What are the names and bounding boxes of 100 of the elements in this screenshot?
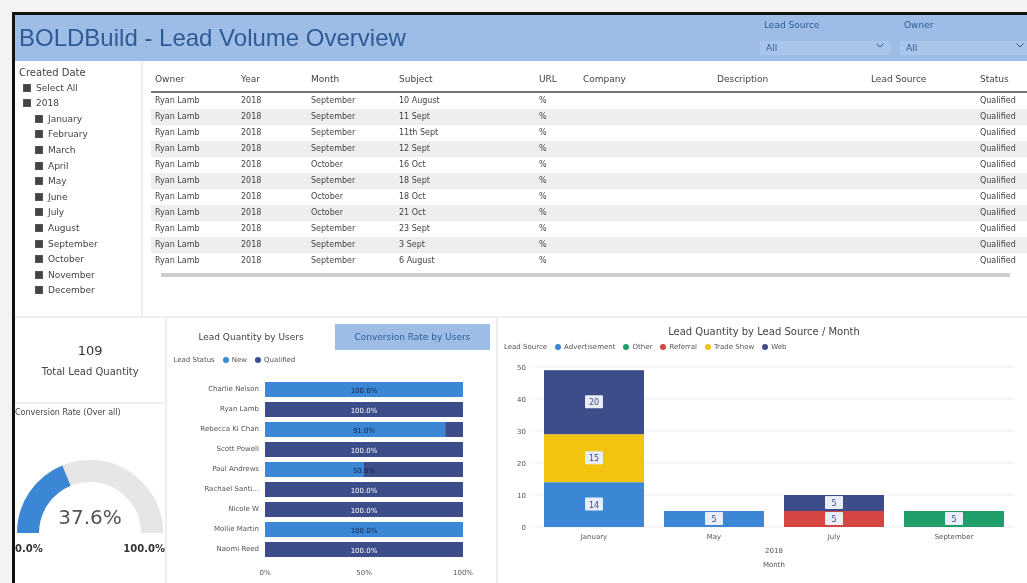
table-cell: % <box>539 208 547 218</box>
table-cell: Qualified <box>980 208 1016 218</box>
checkbox[interactable] <box>35 146 43 154</box>
table-cell: 2018 <box>241 240 262 250</box>
table-cell: October <box>311 208 343 218</box>
table-cell: 6 August <box>399 256 435 266</box>
slicer-item[interactable]: October <box>19 251 137 267</box>
tab[interactable]: Conversion Rate by Users <box>334 324 490 350</box>
slicer-item[interactable]: February <box>19 126 137 143</box>
label-box <box>945 512 963 525</box>
checkbox[interactable] <box>35 161 43 170</box>
table-cell: Ryan Lamb <box>155 256 200 266</box>
filter-label: Lead Source <box>763 20 821 31</box>
slicer-item[interactable]: September <box>19 235 137 252</box>
table-cell: 3 Sept <box>399 240 425 250</box>
table-cell: September <box>311 224 356 234</box>
table-cell: October <box>311 160 343 170</box>
data-label: 5 <box>951 515 957 524</box>
table-cell: Qualified <box>980 144 1016 154</box>
table-cell: September <box>311 112 356 122</box>
chart-title: Lead Quantity by Lead Source / Month <box>667 326 861 337</box>
data-label: 5 <box>711 515 717 524</box>
slicer-item[interactable]: August <box>19 220 137 236</box>
checkbox[interactable] <box>35 177 43 186</box>
checkbox[interactable] <box>35 270 43 279</box>
gauge-reading: 37.6% <box>57 505 123 529</box>
table-cell: 11 Sept <box>399 112 430 122</box>
slicer-item[interactable]: January <box>19 111 137 127</box>
slicer-item[interactable]: November <box>19 266 137 283</box>
table-cell: Qualified <box>980 128 1016 138</box>
data-label: 5 <box>831 515 837 524</box>
checkbox[interactable] <box>35 130 43 139</box>
table-cell: September <box>311 128 356 138</box>
checkbox[interactable] <box>23 99 31 108</box>
data-label: 15 <box>588 454 600 464</box>
slicer-item[interactable]: December <box>19 282 137 299</box>
table-cell: Ryan Lamb <box>155 176 200 186</box>
label-box <box>705 512 723 525</box>
slicer-item[interactable]: May <box>19 173 137 189</box>
table-cell: 2018 <box>241 176 262 186</box>
filter-dropdown[interactable]: All <box>760 41 890 56</box>
column-header[interactable]: Subject <box>395 73 535 84</box>
table-cell: % <box>539 192 547 202</box>
column-header[interactable]: URL <box>535 73 579 84</box>
column-header[interactable]: Lead Source <box>867 73 976 84</box>
column-header[interactable]: Status <box>976 73 1027 84</box>
table-cell: Qualified <box>980 240 1016 250</box>
slicer-item[interactable]: Select All <box>19 79 137 96</box>
table-cell: September <box>311 144 356 154</box>
table-cell: Qualified <box>980 112 1016 122</box>
table-cell: 2018 <box>241 160 262 170</box>
table-cell: Ryan Lamb <box>155 208 200 218</box>
filter-label: Owner <box>903 20 935 31</box>
table-cell: 2018 <box>241 192 262 202</box>
table-cell: October <box>311 192 343 202</box>
table-cell: % <box>539 240 547 250</box>
table-cell: % <box>539 256 547 266</box>
label-box <box>825 512 843 525</box>
table-cell: 2018 <box>241 256 262 266</box>
table-cell: September <box>311 176 356 186</box>
table-cell: % <box>539 160 547 170</box>
slicer-item[interactable]: March <box>19 142 137 158</box>
slicer-item[interactable]: April <box>19 157 137 174</box>
table-cell: 18 Oct <box>399 192 426 202</box>
checkbox[interactable] <box>35 192 43 201</box>
checkbox[interactable] <box>23 83 31 92</box>
column-header[interactable]: Month <box>307 73 395 84</box>
table-cell: Ryan Lamb <box>155 224 200 234</box>
checkbox[interactable] <box>35 239 43 248</box>
checkbox[interactable] <box>35 114 43 123</box>
table-cell: Ryan Lamb <box>155 160 200 170</box>
table-cell: 23 Sept <box>399 224 430 234</box>
checkbox[interactable] <box>35 255 43 264</box>
table-cell: Qualified <box>980 224 1016 234</box>
data-label: 5 <box>831 499 837 508</box>
column-header[interactable]: Company <box>579 73 713 84</box>
table-cell: Ryan Lamb <box>155 128 200 138</box>
column-header[interactable]: Year <box>237 73 307 84</box>
table-cell: 12 Sept <box>399 144 430 154</box>
table-cell: % <box>539 176 547 186</box>
checkbox[interactable] <box>35 286 43 295</box>
table-cell: % <box>539 224 547 234</box>
slicer-item[interactable]: July <box>19 204 137 221</box>
filter-dropdown[interactable]: All <box>900 41 1027 56</box>
horizontal-scrollbar[interactable] <box>161 272 1010 277</box>
table-cell: 11th Sept <box>399 128 439 138</box>
checkbox[interactable] <box>35 224 43 232</box>
slicer-item[interactable]: 2018 <box>19 95 137 112</box>
slicer-item[interactable]: June <box>19 189 137 205</box>
column-header[interactable]: Description <box>713 73 867 84</box>
table-cell: Qualified <box>980 96 1016 106</box>
table-cell: Ryan Lamb <box>155 192 200 202</box>
column-header[interactable]: Owner <box>151 73 237 84</box>
gauge-max: 100.0% <box>123 543 165 554</box>
data-label: 20 <box>588 398 600 408</box>
checkbox[interactable] <box>35 208 43 217</box>
table-cell: Ryan Lamb <box>155 144 200 154</box>
table-cell: 2018 <box>241 112 262 122</box>
table-cell: 18 Sept <box>399 176 430 186</box>
table-cell: 21 Oct <box>399 208 426 218</box>
